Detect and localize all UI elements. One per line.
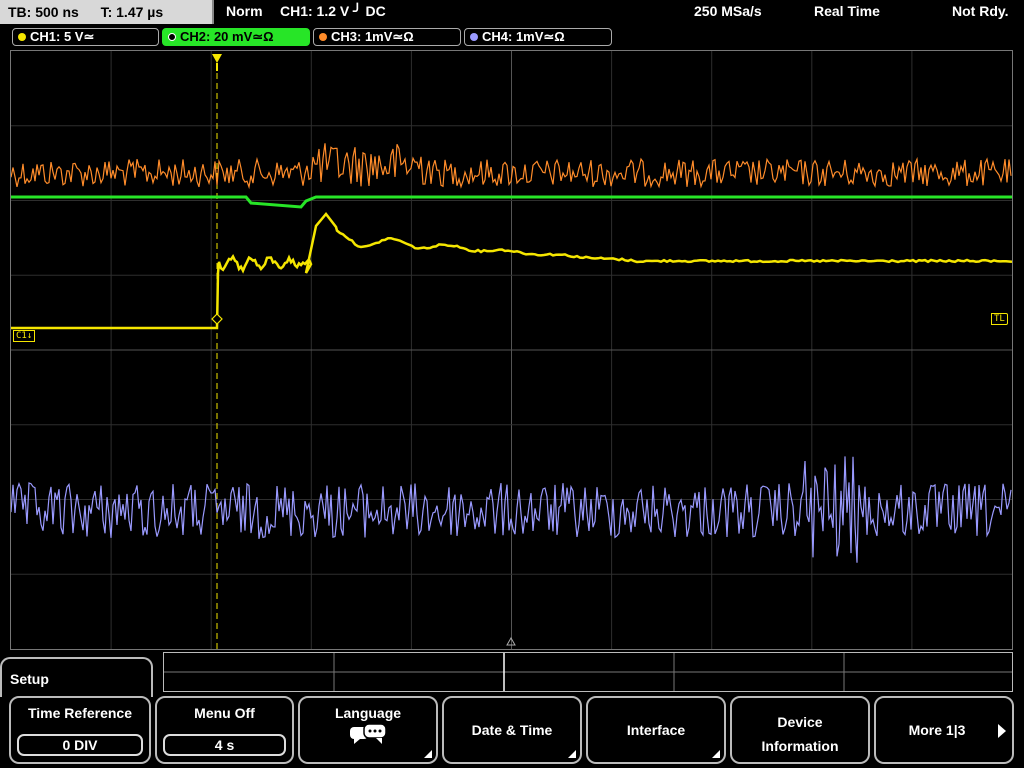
interface-softkey[interactable]: Interface — [586, 696, 726, 764]
channel-chip-ch1[interactable]: CH1: 5 V≃ — [12, 28, 159, 46]
trigger-source[interactable]: CH1: 1.2 V ╯ DC — [280, 3, 386, 20]
menu-title: Setup — [10, 671, 49, 687]
ch1-dot-icon — [18, 33, 26, 41]
ch1-offset-marker[interactable]: C1↓ — [13, 330, 36, 342]
sample-rate: 250 MSa/s — [694, 3, 762, 19]
channel-chip-ch2[interactable]: CH2: 20 mV≃Ω — [162, 28, 310, 46]
ch4-dot-icon — [470, 33, 478, 41]
trigger-level-marker[interactable]: TL — [991, 313, 1008, 325]
interface-label: Interface — [626, 722, 686, 738]
waveform-canvas — [11, 51, 1012, 649]
trigger-mode[interactable]: Norm — [226, 3, 263, 19]
device-information-label: Device Information — [761, 714, 839, 754]
ch2-label: CH2: 20 mV≃Ω — [180, 29, 274, 44]
language-softkey[interactable]: Language — [298, 696, 438, 764]
ch4-label: CH4: 1mV≃Ω — [482, 29, 565, 44]
channel-chip-ch3[interactable]: CH3: 1mV≃Ω — [313, 28, 461, 46]
time-reference-label: Time Reference — [27, 705, 132, 721]
acquisition-mode: Real Time — [814, 3, 880, 19]
ch3-dot-icon — [319, 33, 327, 41]
acquisition-state: Not Rdy. — [952, 3, 1009, 19]
zoom-timeline[interactable] — [163, 652, 1013, 692]
trigger-point-icon — [211, 313, 223, 325]
graticule-grid — [11, 51, 1012, 649]
ch3-label: CH3: 1mV≃Ω — [331, 29, 414, 44]
ch2-dot-icon — [168, 33, 176, 41]
submenu-corner-icon — [712, 750, 720, 758]
trigger-time-label: T: 1.47 µs — [100, 4, 164, 20]
speech-bubble-icon — [350, 723, 387, 744]
submenu-corner-icon — [424, 750, 432, 758]
date-time-softkey[interactable]: Date & Time — [442, 696, 582, 764]
date-time-label: Date & Time — [471, 722, 553, 738]
menu-off-label: Menu Off — [194, 705, 255, 721]
channel-chip-ch4[interactable]: CH4: 1mV≃Ω — [464, 28, 612, 46]
ch1-label: CH1: 5 V≃ — [30, 29, 95, 44]
timebase-label: TB: 500 ns — [8, 4, 79, 20]
more-softkey[interactable]: More 1|3 — [874, 696, 1014, 764]
menu-off-softkey[interactable]: Menu Off 4 s — [155, 696, 294, 764]
timebase-box[interactable]: TB: 500 ns T: 1.47 µs — [0, 0, 214, 24]
trigger-down-arrow-icon — [212, 54, 222, 63]
more-label: More 1|3 — [908, 722, 966, 738]
device-information-softkey[interactable]: Device Information — [730, 696, 870, 764]
time-reference-softkey[interactable]: Time Reference 0 DIV — [9, 696, 151, 764]
time-reference-value: 0 DIV — [17, 734, 143, 756]
menu-title-tab: Setup — [0, 657, 153, 697]
right-arrow-icon — [998, 724, 1006, 738]
language-label: Language — [334, 705, 402, 721]
menu-off-value: 4 s — [163, 734, 286, 756]
status-bar: TB: 500 ns T: 1.47 µs Norm CH1: 1.2 V ╯ … — [0, 0, 1024, 26]
waveform-display[interactable]: C1↓ TL — [10, 50, 1013, 650]
timeline-ruler — [164, 653, 1012, 691]
submenu-corner-icon — [568, 750, 576, 758]
